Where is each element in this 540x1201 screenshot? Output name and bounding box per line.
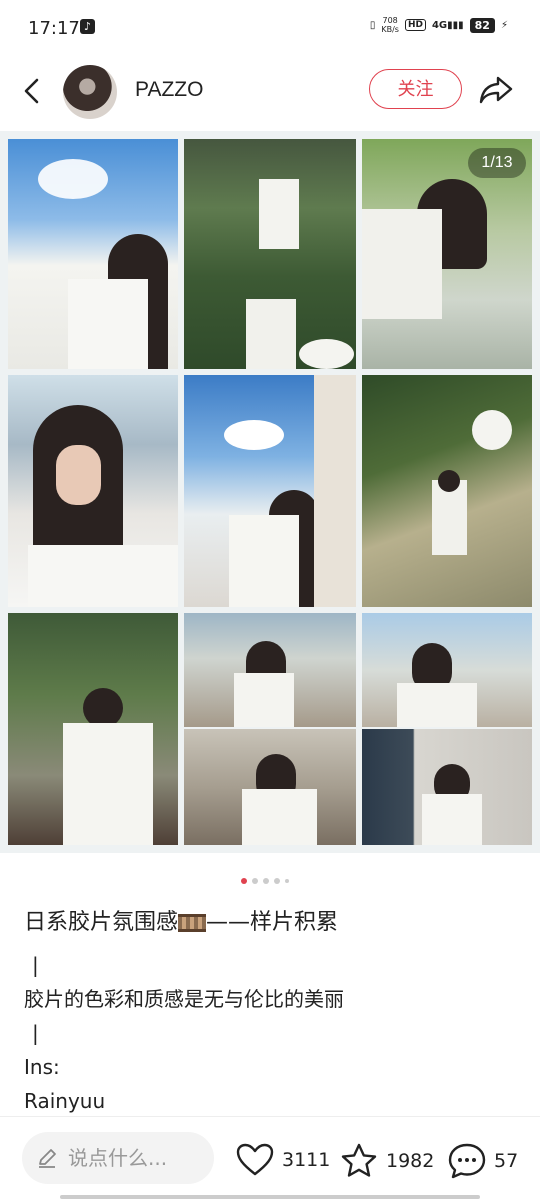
comment-placeholder: 说点什么... <box>68 1146 168 1170</box>
like-count: 3111 <box>282 1149 331 1171</box>
carousel-dot <box>285 879 289 883</box>
comment-input[interactable]: 说点什么... <box>22 1132 214 1184</box>
post-content: 日系胶片氛围感 ——样片积累 | 胶片的色彩和质感是无与伦比的美丽 | Ins: … <box>24 908 524 1118</box>
hd-badge: HD <box>404 19 426 31</box>
photo-tile <box>362 375 532 607</box>
photo-tile <box>184 139 356 369</box>
post-title-text: 日系胶片氛围感 <box>24 910 179 935</box>
post-title-suffix: ——样片积累 <box>206 910 339 935</box>
image-counter: 1/13 <box>468 148 526 178</box>
status-icons: ▯ 708 KB/s HD 4G▮▮▮ 82 ⚡ <box>370 16 508 34</box>
post-text-line: 胶片的色彩和质感是无与伦比的美丽 <box>24 987 344 1011</box>
clock: 17:17 <box>28 18 80 39</box>
photo-tile <box>362 613 532 727</box>
vibrate-icon: ▯ <box>369 19 376 31</box>
carousel-indicator <box>241 878 289 884</box>
favorite-button[interactable]: 1982 <box>340 1143 434 1179</box>
comment-bubble-icon <box>448 1143 486 1179</box>
net-speed-value: 708 <box>382 16 398 25</box>
tiktok-icon: ♪ <box>80 19 95 34</box>
comment-count: 57 <box>494 1150 519 1172</box>
film-emoji-icon <box>178 914 207 932</box>
photo-tile <box>184 613 356 727</box>
photo-tile <box>184 375 356 607</box>
signal-icon: 4G▮▮▮ <box>431 19 464 31</box>
carousel-dot <box>274 878 280 884</box>
photo-tile <box>362 729 532 845</box>
net-speed-unit: KB/s <box>381 25 399 34</box>
battery-icon: 82 <box>469 17 495 33</box>
username[interactable]: PAZZO <box>135 78 203 102</box>
pen-icon <box>39 1149 56 1168</box>
carousel-dot <box>241 878 247 884</box>
like-button[interactable]: 3111 <box>236 1143 330 1177</box>
comment-button[interactable]: 57 <box>448 1143 518 1179</box>
home-indicator[interactable] <box>60 1195 480 1199</box>
photo-tile <box>8 139 178 369</box>
carousel-dot <box>263 878 269 884</box>
post-text-line: Rainyuu <box>24 1089 106 1113</box>
photo-tile <box>8 375 178 607</box>
post-header: PAZZO 关注 <box>0 60 540 130</box>
back-arrow-icon[interactable] <box>18 76 48 106</box>
heart-icon <box>236 1143 274 1176</box>
carousel-dot <box>252 878 258 884</box>
avatar[interactable] <box>63 65 117 119</box>
post-title: 日系胶片氛围感 ——样片积累 <box>24 908 524 938</box>
photo-tile <box>8 613 178 845</box>
bottom-action-bar: 说点什么... 3111 1982 57 <box>0 1116 540 1201</box>
charging-icon: ⚡ <box>500 19 508 31</box>
post-separator: | <box>32 1021 39 1045</box>
network-speed: 708 KB/s <box>381 16 399 34</box>
network-type: 4G <box>431 19 448 31</box>
post-text-line: Ins: <box>24 1055 60 1079</box>
photo-tile <box>184 729 356 845</box>
share-icon[interactable] <box>478 74 514 106</box>
favorite-count: 1982 <box>386 1150 435 1172</box>
star-icon <box>341 1143 377 1177</box>
post-separator: | <box>32 953 39 977</box>
status-bar: 17:17 ♪ ▯ 708 KB/s HD 4G▮▮▮ 82 ⚡ <box>0 0 540 60</box>
photo-gallery[interactable] <box>0 131 540 853</box>
follow-button[interactable]: 关注 <box>369 69 462 109</box>
